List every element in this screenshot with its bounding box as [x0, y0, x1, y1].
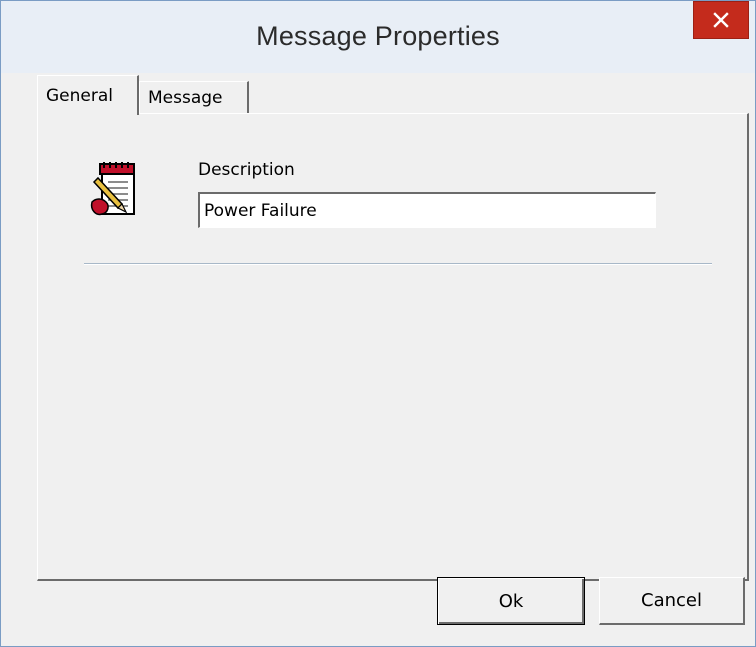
- tab-strip: General Message: [9, 73, 747, 115]
- ok-button[interactable]: Ok: [437, 577, 585, 625]
- notepad-pencil-icon: [90, 162, 135, 216]
- close-button[interactable]: [693, 1, 749, 39]
- description-label: Description: [198, 160, 295, 180]
- general-tab-panel: Description: [37, 113, 749, 581]
- dialog-client: General Message Description O: [9, 73, 749, 638]
- description-input[interactable]: [198, 192, 656, 228]
- tab-general[interactable]: General: [37, 75, 139, 115]
- close-icon: [713, 12, 729, 28]
- separator-line: [84, 263, 712, 265]
- message-properties-dialog: Message Properties General Message Descr…: [0, 0, 756, 647]
- title-bar[interactable]: Message Properties: [1, 1, 755, 73]
- tab-message[interactable]: Message: [139, 81, 249, 113]
- window-title: Message Properties: [256, 21, 500, 51]
- cancel-button[interactable]: Cancel: [599, 577, 745, 625]
